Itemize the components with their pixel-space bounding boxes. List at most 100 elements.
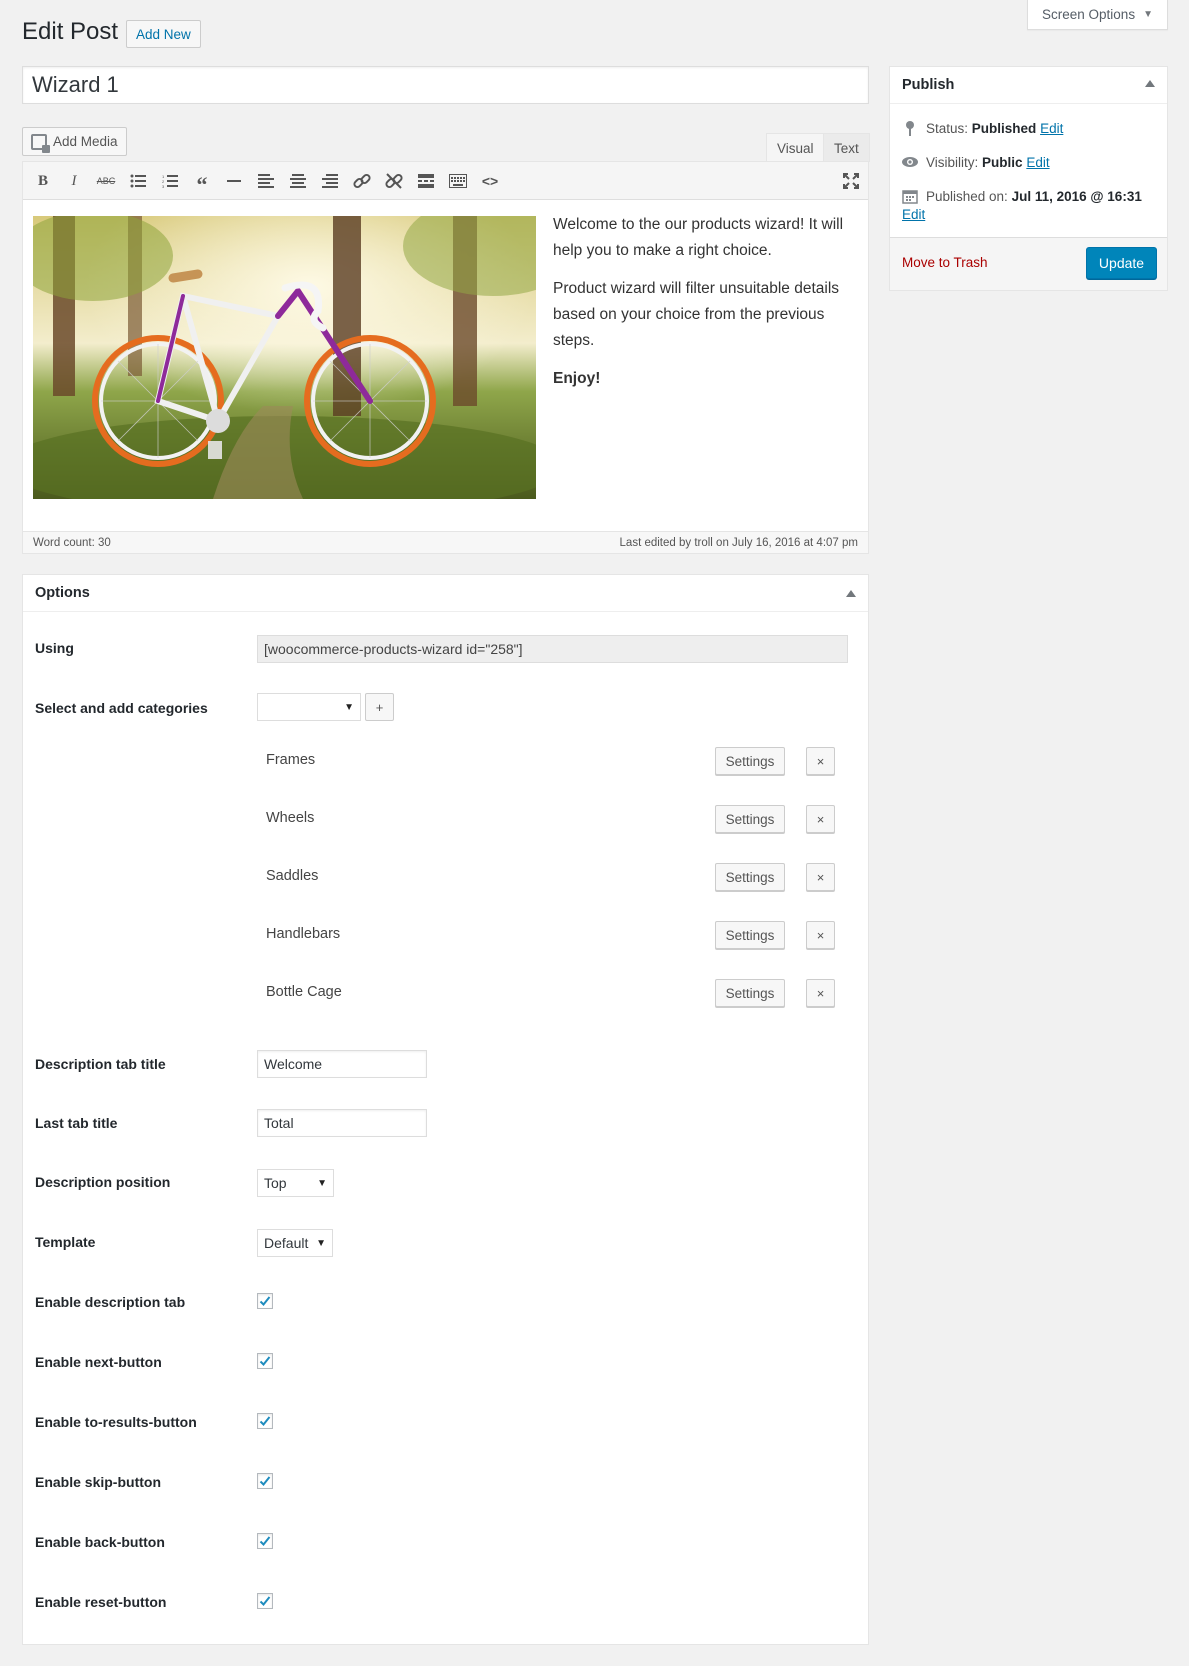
last-edited: Last edited by troll on July 16, 2016 at… <box>619 536 858 549</box>
caret-down-icon: ▼ <box>344 701 354 713</box>
italic-icon[interactable]: I <box>64 171 84 191</box>
collapse-arrow-icon[interactable] <box>846 590 856 597</box>
tab-text[interactable]: Text <box>823 133 870 162</box>
shortcode-field[interactable]: [woocommerce-products-wizard id="258"] <box>257 635 848 663</box>
publish-box: Publish Status: Published Edit Visibilit… <box>889 66 1168 291</box>
editor-status-bar: Word count: 30 Last edited by troll on J… <box>23 531 868 553</box>
published-on-label: Published on: Jul 11, 2016 @ 16:31 Edit <box>902 189 1142 222</box>
template-value: Default <box>264 1235 309 1251</box>
categories-label: Select and add categories <box>35 700 208 716</box>
category-settings-button[interactable]: Settings <box>715 921 785 949</box>
edit-date-link[interactable]: Edit <box>902 207 925 222</box>
content-paragraph: Welcome to the our products wizard! It w… <box>553 216 844 259</box>
publish-header[interactable]: Publish <box>890 67 1167 104</box>
read-more-icon[interactable] <box>416 171 436 191</box>
editor-toolbar: B I ABC 123 “ <> <box>23 162 868 200</box>
collapse-arrow-icon[interactable] <box>1145 80 1155 87</box>
content-paragraph: Enjoy! <box>553 370 601 387</box>
align-right-icon[interactable] <box>320 171 340 191</box>
category-name: Handlebars <box>266 926 341 942</box>
visibility-label: Visibility: Public Edit <box>926 155 1050 170</box>
bold-icon[interactable]: B <box>33 171 53 191</box>
enable-to-results-button-checkbox[interactable] <box>257 1413 273 1429</box>
options-box: Options Using [woocommerce-products-wiza… <box>22 574 869 1645</box>
add-new-button[interactable]: Add New <box>126 20 201 48</box>
caret-down-icon: ▼ <box>1143 9 1153 20</box>
update-button[interactable]: Update <box>1086 247 1157 279</box>
enable-back-button-checkbox[interactable] <box>257 1533 273 1549</box>
category-name: Frames <box>266 752 316 768</box>
screen-options-button[interactable]: Screen Options ▼ <box>1027 0 1168 30</box>
enable-to-results-button-label: Enable to-results-button <box>35 1414 197 1430</box>
fullscreen-icon[interactable] <box>841 171 861 191</box>
code-icon[interactable]: <> <box>480 171 500 191</box>
publish-date-row: Published on: Jul 11, 2016 @ 16:31 Edit <box>902 188 1157 224</box>
last-tab-title-input[interactable]: Total <box>257 1109 427 1137</box>
enable-description-tab-checkbox[interactable] <box>257 1293 273 1309</box>
enable-description-tab-label: Enable description tab <box>35 1294 186 1310</box>
checkmark-icon <box>259 1416 271 1426</box>
strikethrough-icon[interactable]: ABC <box>96 171 116 191</box>
blockquote-icon[interactable]: “ <box>192 171 212 197</box>
editor-content[interactable]: Welcome to the our products wizard! It w… <box>23 200 868 534</box>
enable-reset-button-checkbox[interactable] <box>257 1593 273 1609</box>
remove-category-button[interactable]: × <box>806 979 835 1007</box>
bullet-list-icon[interactable] <box>128 171 148 191</box>
link-icon[interactable] <box>352 171 372 191</box>
category-settings-button[interactable]: Settings <box>715 863 785 891</box>
checkmark-icon <box>259 1356 271 1366</box>
pin-icon <box>906 121 914 136</box>
editor-text: Welcome to the our products wizard! It w… <box>553 212 858 404</box>
move-to-trash-link[interactable]: Move to Trash <box>902 255 988 270</box>
bicycle-image[interactable] <box>33 216 536 499</box>
tab-visual[interactable]: Visual <box>766 133 825 162</box>
checkmark-icon <box>259 1476 271 1486</box>
remove-category-button[interactable]: × <box>806 747 835 775</box>
enable-skip-button-label: Enable skip-button <box>35 1474 161 1490</box>
category-settings-button[interactable]: Settings <box>715 805 785 833</box>
description-position-value: Top <box>264 1175 287 1191</box>
enable-skip-button-checkbox[interactable] <box>257 1473 273 1489</box>
screen-options-label: Screen Options <box>1042 7 1136 22</box>
post-title-input[interactable]: Wizard 1 <box>22 66 869 104</box>
template-label: Template <box>35 1234 96 1250</box>
description-position-select[interactable]: Top ▼ <box>257 1169 334 1197</box>
word-count: Word count: 30 <box>33 536 111 549</box>
edit-visibility-link[interactable]: Edit <box>1026 155 1049 170</box>
publish-visibility-row: Visibility: Public Edit <box>902 154 1050 172</box>
toolbar-toggle-icon[interactable] <box>448 171 468 191</box>
publish-actions: Move to Trash Update <box>890 237 1167 290</box>
options-header[interactable]: Options <box>23 575 868 612</box>
add-media-button[interactable]: Add Media <box>22 127 127 156</box>
remove-category-button[interactable]: × <box>806 921 835 949</box>
add-media-label: Add Media <box>53 134 118 149</box>
publish-status-row: Status: Published Edit <box>902 120 1063 138</box>
checkmark-icon <box>259 1296 271 1306</box>
caret-down-icon: ▼ <box>317 1177 327 1189</box>
enable-next-button-label: Enable next-button <box>35 1354 162 1370</box>
align-left-icon[interactable] <box>256 171 276 191</box>
horizontal-line-icon[interactable] <box>224 171 244 191</box>
numbered-list-icon[interactable]: 123 <box>160 171 180 191</box>
remove-category-button[interactable]: × <box>806 805 835 833</box>
category-name: Bottle Cage <box>266 984 342 1000</box>
using-label: Using <box>35 640 74 656</box>
align-center-icon[interactable] <box>288 171 308 191</box>
edit-status-link[interactable]: Edit <box>1040 121 1063 136</box>
category-name: Wheels <box>266 810 315 826</box>
description-tab-title-input[interactable]: Welcome <box>257 1050 427 1078</box>
svg-text:3: 3 <box>162 184 165 188</box>
category-settings-button[interactable]: Settings <box>715 979 785 1007</box>
category-select[interactable]: ▼ <box>257 693 361 721</box>
template-select[interactable]: Default ▼ <box>257 1229 333 1257</box>
remove-category-button[interactable]: × <box>806 863 835 891</box>
category-settings-button[interactable]: Settings <box>715 747 785 775</box>
content-paragraph: Product wizard will filter unsuitable de… <box>553 280 840 349</box>
add-category-button[interactable]: + <box>365 693 394 721</box>
unlink-icon[interactable] <box>384 171 404 191</box>
enable-next-button-checkbox[interactable] <box>257 1353 273 1369</box>
options-title: Options <box>35 585 90 601</box>
enable-reset-button-label: Enable reset-button <box>35 1594 167 1610</box>
checkmark-icon <box>259 1596 271 1606</box>
description-position-label: Description position <box>35 1174 171 1190</box>
